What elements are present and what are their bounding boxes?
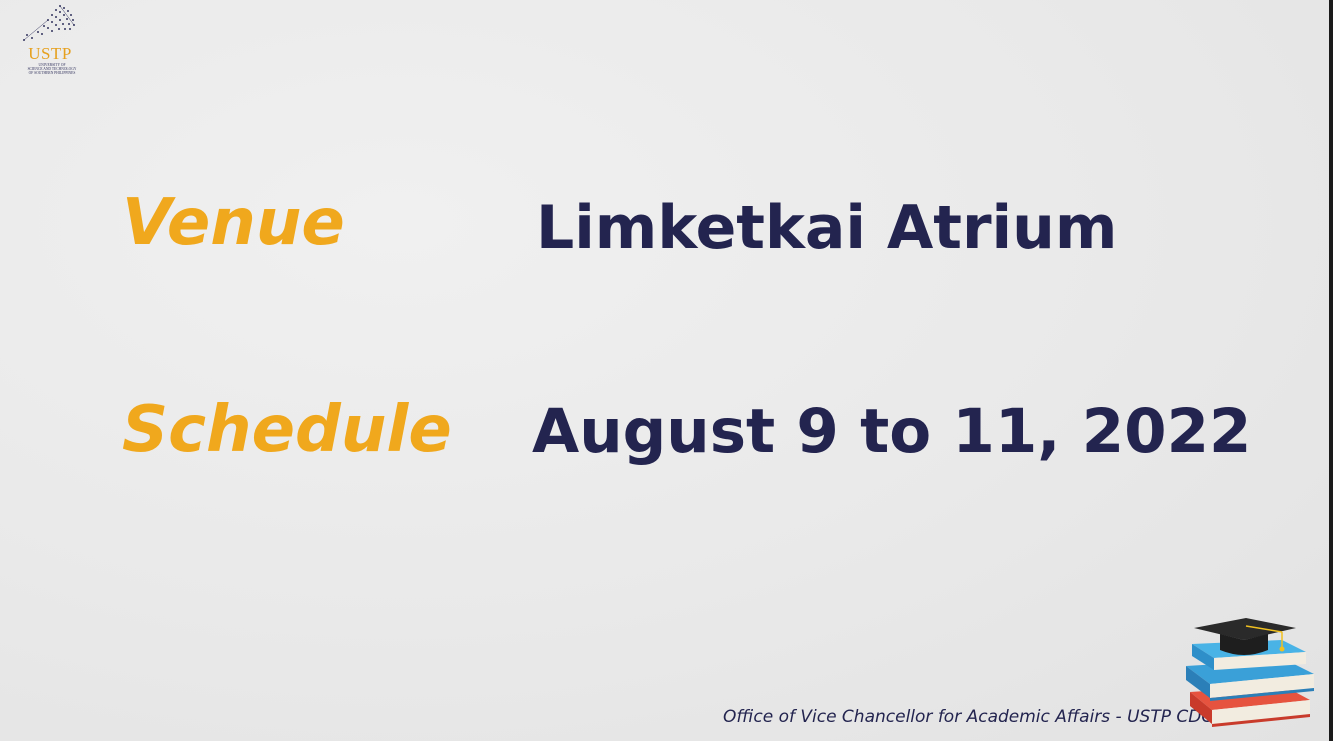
logo-subtitle-line: OF SOUTHERN PHILIPPINES [28,71,76,75]
footer-office-text: Office of Vice Chancellor for Academic A… [723,707,1215,727]
logo-name: USTP [28,44,72,63]
schedule-value: August 9 to 11, 2022 [532,396,1252,467]
logo-subtitle: UNIVERSITY OF SCIENCE AND TECHNOLOGY OF … [16,63,88,75]
venue-label: Venue [122,186,345,260]
schedule-label: Schedule [122,393,452,467]
slide-border [1329,0,1333,741]
venue-value: Limketkai Atrium [536,193,1118,263]
ustp-logo-icon: USTP UNIVERSITY OF SCIENCE AND TECHNOLOG… [14,2,92,78]
books-graduation-cap-icon [1182,614,1324,734]
